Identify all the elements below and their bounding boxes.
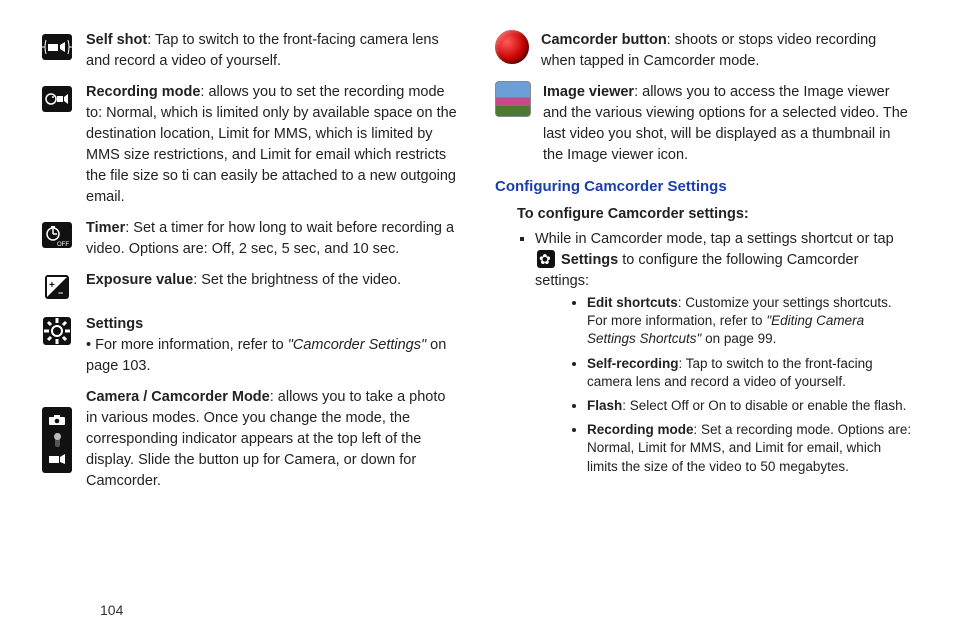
square-list: While in Camcorder mode, tap a settings … [495, 229, 914, 476]
cambtn-title: Camcorder button [541, 32, 667, 48]
intro-pre: While in Camcorder mode, tap a settings … [535, 231, 894, 247]
image-viewer-thumbnail-icon [495, 82, 531, 116]
settings-gear-icon [40, 314, 74, 348]
item-recording-mode: Recording mode: allows you to set the re… [40, 82, 459, 208]
intro-item: While in Camcorder mode, tap a settings … [535, 229, 914, 476]
cambtn-text: Camcorder button: shoots or stops video … [541, 30, 914, 72]
imgviewer-title: Image viewer [543, 84, 634, 100]
b2t: Flash [587, 398, 622, 413]
svg-text:−: − [58, 288, 63, 298]
settings-title: Settings [86, 316, 143, 332]
self-shot-icon [40, 30, 74, 64]
cammode-text: Camera / Camcorder Mode: allows you to t… [86, 387, 459, 492]
item-image-viewer: Image viewer: allows you to access the I… [495, 82, 914, 166]
cammode-title: Camera / Camcorder Mode [86, 389, 270, 405]
bullet-flash: Flash: Select Off or On to disable or en… [587, 397, 914, 415]
timer-body: : Set a timer for how long to wait befor… [86, 220, 454, 257]
subheading: To configure Camcorder settings: [517, 204, 914, 225]
svg-text:OFF: OFF [57, 242, 69, 248]
intro-settings-word: Settings [561, 252, 618, 268]
recmode-title: Recording mode [86, 84, 200, 100]
svg-text:+: + [49, 280, 55, 291]
record-button-icon [495, 30, 529, 64]
b3t: Recording mode [587, 422, 694, 437]
settings-ref: "Camcorder Settings" [288, 337, 426, 353]
timer-icon: OFF [40, 218, 74, 252]
item-cammode: Camera / Camcorder Mode: allows you to t… [40, 387, 459, 492]
b0s: on page 99. [701, 331, 776, 346]
exposure-title: Exposure value [86, 272, 193, 288]
sub-bullets: Edit shortcuts: Customize your settings … [559, 294, 914, 476]
selfshot-text: Self shot: Tap to switch to the front-fa… [86, 30, 459, 72]
recmode-body: : allows you to set the recording mode t… [86, 84, 457, 205]
exposure-text: Exposure value: Set the brightness of th… [86, 270, 459, 304]
selfshot-title: Self shot [86, 32, 147, 48]
item-selfshot: Self shot: Tap to switch to the front-fa… [40, 30, 459, 72]
bullet-self-recording: Self-recording: Tap to switch to the fro… [587, 355, 914, 391]
exposure-body: : Set the brightness of the video. [193, 272, 401, 288]
timer-text: Timer: Set a timer for how long to wait … [86, 218, 459, 260]
b2b: : Select Off or On to disable or enable … [622, 398, 906, 413]
settings-bullet: • For more information, refer to "Camcor… [86, 335, 459, 377]
camera-camcorder-mode-icon [40, 387, 74, 492]
b0t: Edit shortcuts [587, 295, 678, 310]
page-number: 104 [100, 602, 123, 618]
recording-mode-icon [40, 82, 74, 116]
right-column: Camcorder button: shoots or stops video … [495, 30, 914, 590]
settings-gear-inline-icon [537, 250, 555, 268]
settings-prefix: • For more information, refer to [86, 337, 288, 353]
item-exposure: +− Exposure value: Set the brightness of… [40, 270, 459, 304]
timer-title: Timer [86, 220, 125, 236]
exposure-icon: +− [40, 270, 74, 304]
b1t: Self-recording [587, 356, 679, 371]
bullet-recording-mode: Recording mode: Set a recording mode. Op… [587, 421, 914, 476]
imgviewer-text: Image viewer: allows you to access the I… [543, 82, 914, 166]
page: Self shot: Tap to switch to the front-fa… [0, 0, 954, 600]
recmode-text: Recording mode: allows you to set the re… [86, 82, 459, 208]
settings-text: Settings • For more information, refer t… [86, 314, 459, 377]
left-column: Self shot: Tap to switch to the front-fa… [40, 30, 459, 590]
bullet-edit-shortcuts: Edit shortcuts: Customize your settings … [587, 294, 914, 349]
section-title: Configuring Camcorder Settings [495, 176, 914, 198]
item-settings: Settings • For more information, refer t… [40, 314, 459, 377]
item-timer: OFF Timer: Set a timer for how long to w… [40, 218, 459, 260]
item-camcorder-button: Camcorder button: shoots or stops video … [495, 30, 914, 72]
